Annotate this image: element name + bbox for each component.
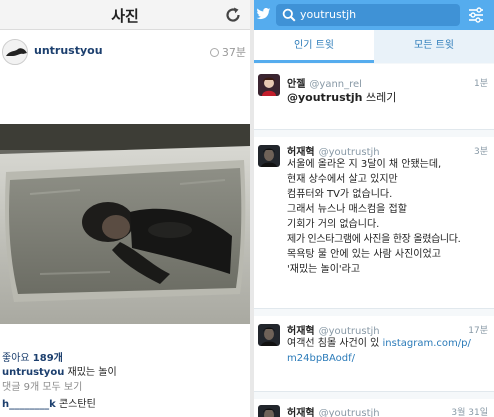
- author-name[interactable]: 안젤: [287, 79, 305, 90]
- view-all-comments-link[interactable]: 댓글 9개 모두 보기: [2, 378, 82, 393]
- clock-icon: [209, 48, 219, 57]
- likes-count[interactable]: 좋아요 189개: [2, 349, 63, 364]
- instagram-header: 사진: [0, 0, 250, 30]
- tweet-author: 허재혁 @youtrustjh: [287, 404, 380, 417]
- tweet-author: 허재혁 @youtrustjh: [287, 143, 380, 158]
- caption-text: 재밌는 놀이: [67, 367, 117, 378]
- author-handle[interactable]: @youtrustjh: [319, 408, 380, 417]
- tweet-link[interactable]: m24bpBAodf/: [287, 351, 490, 366]
- tweet-line: 컴퓨터와 TV가 없습니다.: [287, 189, 393, 200]
- tweet[interactable]: 허재혁 @youtrustjh 17분 여객선 침몰 사건이 있 instagra…: [254, 316, 494, 392]
- tweet[interactable]: 허재혁 @youtrustjh 3월 31일: [254, 399, 494, 417]
- tweet-line: 제가 인스타그램에 사진을 한장 올렸습니다.: [287, 234, 461, 245]
- twitter-search-bar: youtrustjh: [254, 0, 494, 30]
- post-caption: untrustyou 재밌는 놀이: [2, 363, 117, 378]
- twitter-bird-icon[interactable]: [256, 7, 271, 21]
- tweet-time: 3분: [473, 147, 488, 157]
- tweet[interactable]: 안젤 @yann_rel 1분 @youtrustjh 쓰레기: [254, 64, 494, 130]
- tweet[interactable]: 허재혁 @youtrustjh 3분 서울에 올라온 지 3달이 채 안됐는데, …: [254, 137, 494, 309]
- comment: h________k 콘스탄틴: [2, 395, 96, 410]
- page-title: 사진: [111, 7, 139, 25]
- tweet-time: 3월 31일: [451, 408, 488, 417]
- caption-username[interactable]: untrustyou: [2, 367, 64, 378]
- tweet-line: 그래서 뉴스나 매스컴을 접할: [287, 204, 407, 215]
- instagram-panel: 사진 untrustyou 37분 좋아요 189개 untrustyou 재밌…: [0, 0, 250, 417]
- search-input[interactable]: youtrustjh: [276, 4, 460, 26]
- author-handle[interactable]: @yann_rel: [309, 79, 362, 90]
- tweet-line: 서울에 올라온 지 3달이 채 안됐는데,: [287, 159, 442, 170]
- tweet-time: 1분: [473, 79, 488, 89]
- tweet-text: 서울에 올라온 지 3달이 채 안됐는데, 현재 상수에서 살고 있지만 컴퓨터…: [287, 157, 490, 277]
- avatar-image: [3, 40, 27, 64]
- avatar[interactable]: [258, 324, 280, 346]
- avatar[interactable]: [258, 145, 280, 167]
- tweet-time: 17분: [468, 326, 488, 336]
- comment-username[interactable]: h________k: [2, 399, 56, 410]
- tab-all-tweets[interactable]: 모든 트윗: [374, 30, 494, 63]
- author-name[interactable]: 허재혁: [287, 408, 315, 417]
- avatar-image: [258, 145, 280, 167]
- tweet-link[interactable]: instagram.com/p/: [383, 338, 471, 349]
- avatar-image: [258, 324, 280, 346]
- search-query: youtrustjh: [300, 8, 357, 21]
- tweet-author: 안젤 @yann_rel: [287, 75, 362, 90]
- post-time: 37분: [209, 44, 246, 60]
- avatar[interactable]: [258, 74, 280, 96]
- avatar[interactable]: [2, 39, 28, 65]
- tweet-tabs: 인기 트윗 모든 트윗: [254, 30, 494, 63]
- tweet-text: @youtrustjh 쓰레기: [287, 90, 490, 105]
- comment-text: 콘스탄틴: [58, 399, 96, 410]
- tweet-author: 허재혁 @youtrustjh: [287, 322, 380, 337]
- twitter-panel: youtrustjh 인기 트윗 모든 트윗 안젤@yann_rel 1분 @: [254, 0, 494, 417]
- tweet-line: 목욕탕 물 안에 있는 사람 사진이었고: [287, 249, 441, 260]
- tweet-line: 쓰레기: [365, 91, 397, 104]
- tweet-text: 여객선 침몰 사건이 있 instagram.com/p/ m24bpBAodf…: [287, 336, 490, 366]
- post-photo[interactable]: [0, 124, 250, 324]
- refresh-icon[interactable]: [224, 6, 242, 24]
- tweet-line: 현재 상수에서 살고 있지만: [287, 174, 398, 185]
- tweet-line: 여객선 침몰 사건이 있: [287, 338, 380, 349]
- filter-settings-icon[interactable]: [468, 7, 484, 23]
- tweet-line: 기회가 거의 없습니다.: [287, 219, 380, 230]
- search-icon: [282, 8, 296, 22]
- post-header: untrustyou 37분: [0, 31, 250, 75]
- tab-top-tweets[interactable]: 인기 트윗: [254, 30, 374, 63]
- tweet-line: '재밌는 놀이'라고: [287, 264, 361, 275]
- post-time-text: 37분: [221, 46, 246, 59]
- avatar-image: [258, 74, 280, 96]
- avatar[interactable]: [258, 405, 280, 417]
- post-username[interactable]: untrustyou: [34, 44, 103, 57]
- avatar-image: [258, 405, 280, 417]
- tweet-mention[interactable]: @youtrustjh: [287, 91, 362, 104]
- bathtub-photo: [0, 124, 250, 324]
